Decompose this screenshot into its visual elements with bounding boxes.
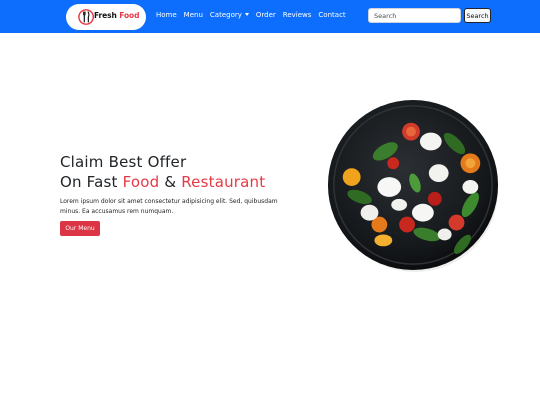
nav-item-category-label: Category: [209, 11, 242, 19]
nav-item-order[interactable]: Order: [256, 11, 276, 19]
hero-title-prefix: On Fast: [60, 173, 118, 191]
nav-links: Home Menu Category Order Reviews Contact: [156, 11, 346, 19]
brand-name: Fresh Food: [94, 11, 139, 20]
search-button[interactable]: Search: [464, 8, 491, 23]
hero-title-line2: On Fast Food & Restaurant: [60, 172, 265, 192]
nav-item-reviews[interactable]: Reviews: [283, 11, 312, 19]
nav-item-home[interactable]: Home: [156, 11, 177, 19]
nav-item-category-dropdown[interactable]: Category: [210, 11, 249, 19]
brand-name-part1: Fresh: [94, 11, 117, 20]
nav-item-contact[interactable]: Contact: [318, 11, 345, 19]
hero-title-line1: Claim Best Offer: [60, 153, 187, 171]
hero-title: Claim Best Offer On Fast Food & Restaura…: [60, 152, 265, 192]
brand-logo-link[interactable]: Fresh Food: [66, 4, 146, 30]
navbar: Fresh Food Home Menu Category Order Revi…: [0, 0, 540, 33]
food-plate-image: [327, 99, 499, 273]
brand-name-part2: Food: [119, 11, 140, 20]
search-input[interactable]: [368, 8, 461, 23]
hero-title-restaurant: Restaurant: [181, 173, 266, 191]
hero-description: Lorem ipsum dolor sit amet consectetur a…: [60, 198, 278, 215]
caret-down-icon: [244, 12, 249, 16]
hero-title-amp: &: [164, 173, 177, 191]
nav-item-menu[interactable]: Menu: [184, 11, 203, 19]
our-menu-button[interactable]: Our Menu: [60, 221, 100, 236]
hero-title-food: Food: [122, 173, 160, 191]
